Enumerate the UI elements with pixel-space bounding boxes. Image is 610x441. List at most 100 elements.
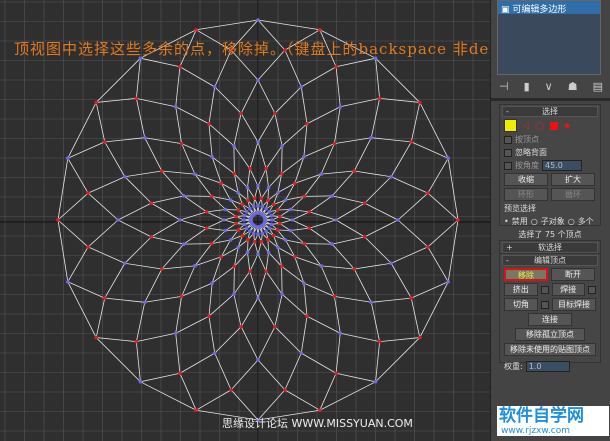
by-angle-checkbox[interactable]: [504, 161, 512, 170]
border-mode-icon[interactable]: ◯: [535, 121, 544, 130]
mesh-edge: [303, 283, 308, 317]
mesh-vertex: [276, 245, 280, 250]
mesh-vertex: [222, 218, 226, 222]
selected-vertex: [149, 235, 154, 239]
mesh-edge: [225, 229, 239, 231]
mesh-vertex: [223, 228, 228, 233]
mesh-edge: [321, 265, 355, 270]
mesh-vertex: [299, 85, 304, 89]
mesh-edge: [179, 211, 207, 221]
ignore-backfacing-checkbox[interactable]: [504, 148, 512, 157]
mesh-edge: [225, 223, 237, 231]
top-viewport[interactable]: 顶视图中选择这些多余的点，移除掉。（键盘上的backspace 非delete）…: [0, 0, 537, 441]
selected-vertex: [273, 111, 277, 116]
mesh-edge: [309, 195, 333, 213]
angle-spinner[interactable]: 45.0: [542, 160, 582, 171]
mesh-edge: [206, 227, 226, 231]
selected-vertex: [271, 233, 276, 238]
mesh-vertex: [251, 204, 256, 209]
pin-icon[interactable]: ⊣: [499, 80, 509, 93]
mesh-vertex: [65, 280, 70, 284]
make-unique-icon[interactable]: ∨: [545, 80, 553, 93]
extrude-settings-button[interactable]: [540, 285, 549, 294]
remove-isolated-vertices-button[interactable]: 移除孤立顶点: [515, 328, 585, 341]
show-end-result-icon[interactable]: ▮: [524, 80, 530, 93]
mesh-edge: [240, 79, 259, 114]
weight-spinner[interactable]: 1.0: [525, 361, 570, 372]
selected-vertex: [239, 324, 243, 329]
ring-button[interactable]: 环形: [504, 188, 548, 201]
mesh-edge: [247, 187, 249, 201]
remove-unused-map-vertices-button[interactable]: 移除未使用的贴图顶点: [504, 343, 596, 356]
mesh-vertex: [228, 198, 233, 202]
modifier-stack[interactable]: ▣ 可编辑多边形: [497, 0, 601, 75]
chamfer-button[interactable]: 切角: [504, 298, 538, 311]
selected-vertex: [178, 64, 182, 69]
selected-vertex: [456, 218, 460, 222]
selected-vertex: [234, 214, 239, 219]
vertex-mode-icon[interactable]: [504, 119, 517, 132]
site-logo: 软件自学网 www.rjzxw.com: [497, 406, 609, 440]
stack-item-editable-poly[interactable]: ▣ 可编辑多边形: [498, 1, 600, 15]
selected-vertex: [229, 388, 233, 392]
wireframe-mesh[interactable]: [0, 0, 490, 441]
polygon-mode-icon[interactable]: [550, 121, 559, 130]
selected-vertex: [302, 241, 307, 246]
selected-vertex: [248, 166, 252, 171]
configure-icon[interactable]: ▤: [593, 80, 603, 93]
rollout-header-edit-vertices[interactable]: - 编辑顶点: [502, 255, 598, 266]
rollout-header-soft-selection[interactable]: + 软选择: [502, 242, 598, 253]
mesh-edge: [124, 262, 162, 270]
weld-settings-button[interactable]: [588, 285, 596, 294]
mesh-edge: [208, 316, 216, 354]
mesh-edge: [375, 58, 381, 99]
mesh-vertex: [210, 155, 214, 159]
mesh-edge: [151, 219, 181, 238]
mesh-vertex: [256, 78, 260, 82]
mesh-edge: [335, 202, 365, 221]
shrink-button[interactable]: 收缩: [504, 173, 548, 186]
mesh-edge: [95, 298, 106, 338]
mesh-edge: [135, 98, 146, 138]
selected-vertex: [56, 218, 60, 222]
grow-button[interactable]: 扩大: [551, 173, 595, 186]
selected-vertex: [252, 196, 257, 201]
weld-button[interactable]: 焊接: [551, 283, 586, 296]
chamfer-settings-button[interactable]: [541, 300, 549, 309]
extrude-button[interactable]: 挤出: [504, 283, 538, 296]
loop-button[interactable]: 循环: [551, 188, 595, 201]
mesh-edge: [214, 352, 232, 391]
mesh-vertex: [264, 206, 269, 211]
mesh-edge: [427, 246, 449, 283]
mesh-vertex: [319, 264, 323, 268]
element-mode-icon[interactable]: ◆: [564, 121, 570, 130]
edge-mode-icon[interactable]: ◁: [523, 121, 529, 130]
mesh-edge: [333, 296, 341, 334]
selection-status: 选择了 75 个顶点: [518, 230, 582, 239]
mesh-edge: [57, 219, 89, 248]
mesh-vertex: [236, 190, 240, 195]
mesh-edge: [290, 227, 310, 231]
mesh-vertex: [212, 85, 217, 89]
selected-vertex: [362, 235, 367, 239]
by-vertex-checkbox[interactable]: [504, 135, 512, 144]
rollout-header-selection[interactable]: - 选择: [502, 106, 598, 117]
mesh-edge: [257, 79, 276, 114]
mesh-edge: [321, 170, 355, 175]
connect-button[interactable]: 连接: [528, 313, 572, 326]
remove-button[interactable]: 移除: [504, 268, 548, 281]
mesh-edge: [233, 294, 242, 327]
mesh-edge: [67, 281, 105, 299]
mesh-edge: [117, 219, 152, 238]
mesh-edge: [279, 209, 291, 217]
mesh-edge: [179, 219, 207, 229]
preview-radio-disabled[interactable]: •: [504, 217, 509, 226]
mesh-edge: [194, 256, 222, 267]
mesh-edge: [57, 158, 69, 221]
preview-radio-multi[interactable]: ○: [568, 217, 575, 226]
target-weld-button[interactable]: 目标焊接: [552, 298, 596, 311]
break-button[interactable]: 断开: [551, 268, 595, 281]
mesh-edge: [206, 209, 226, 213]
remove-modifier-icon[interactable]: ☗: [568, 80, 578, 93]
preview-radio-subobject[interactable]: ○: [531, 217, 538, 226]
